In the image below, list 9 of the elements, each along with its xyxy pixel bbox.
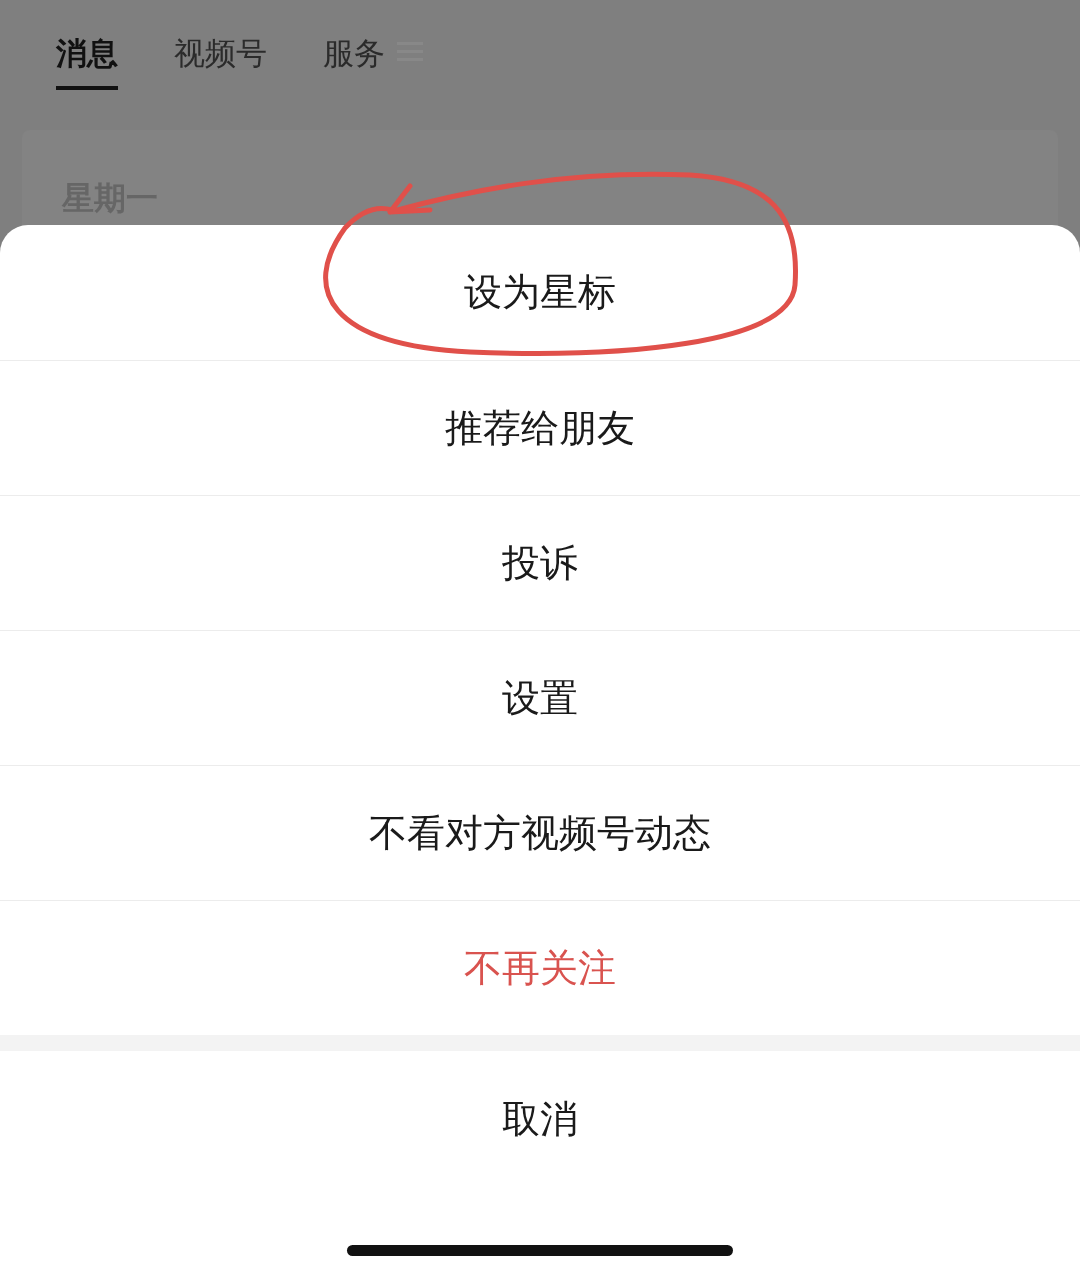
menu-option[interactable]: 不看对方视频号动态	[0, 765, 1080, 900]
menu-option[interactable]: 设为星标	[0, 225, 1080, 360]
menu-option[interactable]: 投诉	[0, 495, 1080, 630]
menu-option[interactable]: 设置	[0, 630, 1080, 765]
tab[interactable]: 视频号	[174, 30, 267, 90]
menu-option[interactable]: 推荐给朋友	[0, 360, 1080, 495]
tab[interactable]: 消息	[56, 30, 118, 90]
tab[interactable]: 服务	[323, 30, 385, 90]
cancel-button[interactable]: 取消	[0, 1051, 1080, 1188]
